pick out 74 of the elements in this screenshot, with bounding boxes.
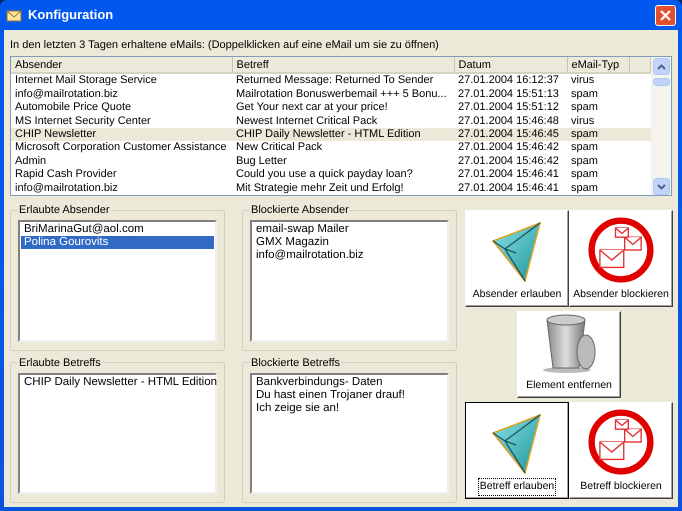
group-title: Blockierte Betreffs xyxy=(250,356,342,368)
allow-button[interactable]: Absender erlauben xyxy=(465,210,569,307)
remove-button[interactable]: Element entfernen xyxy=(517,311,621,398)
table-cell: 27.01.2004 15:46:42 xyxy=(454,141,567,155)
table-cell-text: 27.01.2004 15:46:41 xyxy=(457,182,560,195)
table-cell-text: spam xyxy=(570,87,599,101)
block-button[interactable]: Absender blockieren xyxy=(569,210,673,307)
table-cell: CHIP Newsletter xyxy=(11,128,232,142)
table-cell-text: Could you use a quick payday loan? xyxy=(235,168,414,182)
table-cell-text: spam xyxy=(570,168,599,182)
table-cell-text: Admin xyxy=(14,154,48,168)
list-box[interactable]: BriMarinaGut@aol.com Polina Gourovits xyxy=(18,220,217,342)
list-box[interactable]: email-swap Mailer GMX Magazin info@mailrotation.biz xyxy=(250,220,449,342)
table-cell: 27.01.2004 15:46:45 xyxy=(454,128,567,142)
close-icon xyxy=(660,10,671,20)
table-cell-text: 27.01.2004 15:51:13 xyxy=(457,87,560,101)
table-cell-text: Mit Strategie mehr Zeit und Erfolg! xyxy=(235,182,405,195)
column-header[interactable]: eMail-Typ xyxy=(567,57,629,73)
window-title: Konfiguration xyxy=(28,6,114,24)
table-cell: CHIP Daily Newsletter - HTML Edition xyxy=(232,128,454,142)
no-mail-icon xyxy=(588,409,654,476)
table-cell-text: 27.01.2004 15:51:12 xyxy=(457,100,560,114)
list-item[interactable]: Bankverbindungs- Daten xyxy=(253,376,446,388)
table-cell-text: info@mailrotation.biz xyxy=(14,87,119,101)
table-cell-text: spam xyxy=(570,182,599,195)
table-cell: Newest Internet Critical Pack xyxy=(232,114,454,128)
table-cell: Microsoft Corporation Customer Assistance xyxy=(11,141,232,155)
table-cell: Internet Mail Storage Service xyxy=(11,73,232,88)
scroll-down-button[interactable] xyxy=(652,178,670,195)
list-item[interactable]: GMX Magazin xyxy=(253,236,446,249)
column-header[interactable]: Datum xyxy=(454,57,567,73)
caret-up-icon xyxy=(656,64,666,70)
scroll-up-button[interactable] xyxy=(652,58,670,75)
block-button[interactable]: Betreff blockieren xyxy=(569,402,673,499)
table-cell: New Critical Pack xyxy=(232,141,454,155)
list-item[interactable]: info@mailrotation.biz xyxy=(253,249,446,262)
table-cell-text: info@mailrotation.biz xyxy=(14,182,119,195)
caret-down-icon xyxy=(656,184,666,190)
table-cell-text: Bug Letter xyxy=(235,154,288,168)
no-mail-icon xyxy=(588,217,654,284)
list-caption: In den letzten 3 Tagen erhaltene eMails: (Doppelklicken auf eine eMail um sie zu öffnen) xyxy=(10,39,439,51)
table-cell-text: Automobile Price Quote xyxy=(14,100,132,114)
table-cell: Returned Message: Returned To Sender xyxy=(232,73,454,88)
table-cell-text: Get Your next car at your price! xyxy=(235,100,389,114)
table-cell: 27.01.2004 16:12:37 xyxy=(454,73,567,88)
close-button[interactable] xyxy=(655,4,676,26)
table-cell: spam xyxy=(567,141,629,155)
list-item[interactable]: CHIP Daily Newsletter - HTML Edition xyxy=(21,376,214,388)
list-item[interactable]: Du hast einen Trojaner drauf! xyxy=(253,388,446,402)
list-box[interactable]: CHIP Daily Newsletter - HTML Edition xyxy=(18,372,217,494)
column-header[interactable]: Absender xyxy=(11,57,232,73)
table-cell-text: spam xyxy=(570,154,599,168)
scroll-thumb[interactable] xyxy=(652,78,670,86)
table-cell: 27.01.2004 15:46:48 xyxy=(454,114,567,128)
table-cell-text: 27.01.2004 15:46:42 xyxy=(457,154,560,168)
group-title: Erlaubte Absender xyxy=(18,204,111,216)
list-item[interactable]: Polina Gourovits xyxy=(21,236,214,249)
scrollbar[interactable] xyxy=(651,57,671,195)
table-cell: MS Internet Security Center xyxy=(11,114,232,128)
list-item[interactable]: BriMarinaGut@aol.com xyxy=(21,223,214,236)
table-cell-text: Mailrotation Bonuswerbemail +++ 5 Bonu... xyxy=(235,87,448,101)
group-title: Erlaubte Betreffs xyxy=(18,356,102,368)
table-cell: virus xyxy=(567,73,629,88)
table-cell-text: spam xyxy=(570,100,599,114)
group-title: Blockierte Absender xyxy=(250,204,350,216)
table-cell-text: Rapid Cash Provider xyxy=(14,168,118,182)
list-item[interactable]: email-swap Mailer xyxy=(253,223,446,236)
table-cell: spam xyxy=(567,128,629,142)
list-item[interactable]: Ich zeige sie an! xyxy=(253,402,446,414)
column-header[interactable]: Betreff xyxy=(232,57,454,73)
list-box[interactable]: Bankverbindungs- Daten Du hast einen Trojaner drauf! Ich zeige sie an! xyxy=(250,372,449,494)
table-cell-text: 27.01.2004 15:46:41 xyxy=(457,168,560,182)
allow-button[interactable]: Betreff erlauben xyxy=(465,402,569,499)
table-cell: virus xyxy=(567,114,629,128)
